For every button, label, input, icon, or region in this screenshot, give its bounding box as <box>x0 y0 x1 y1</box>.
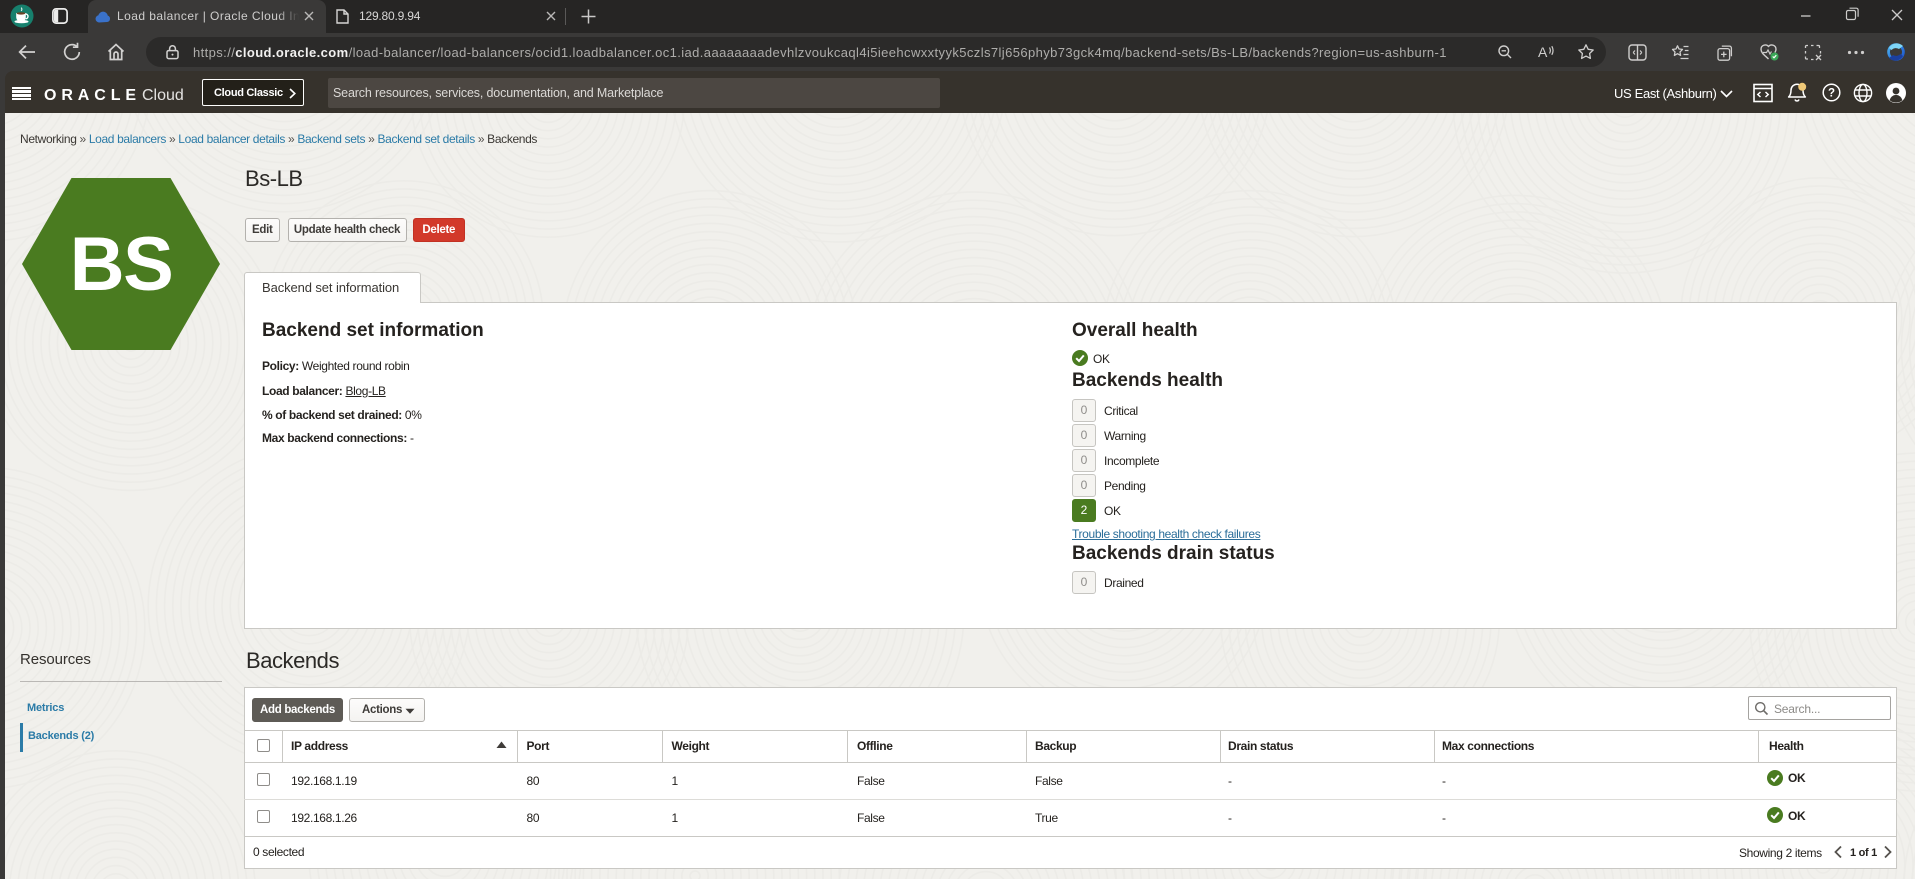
svg-text:BS: BS <box>70 222 173 307</box>
svg-text:?: ? <box>1828 88 1835 100</box>
svg-text:A: A <box>1538 44 1548 60</box>
